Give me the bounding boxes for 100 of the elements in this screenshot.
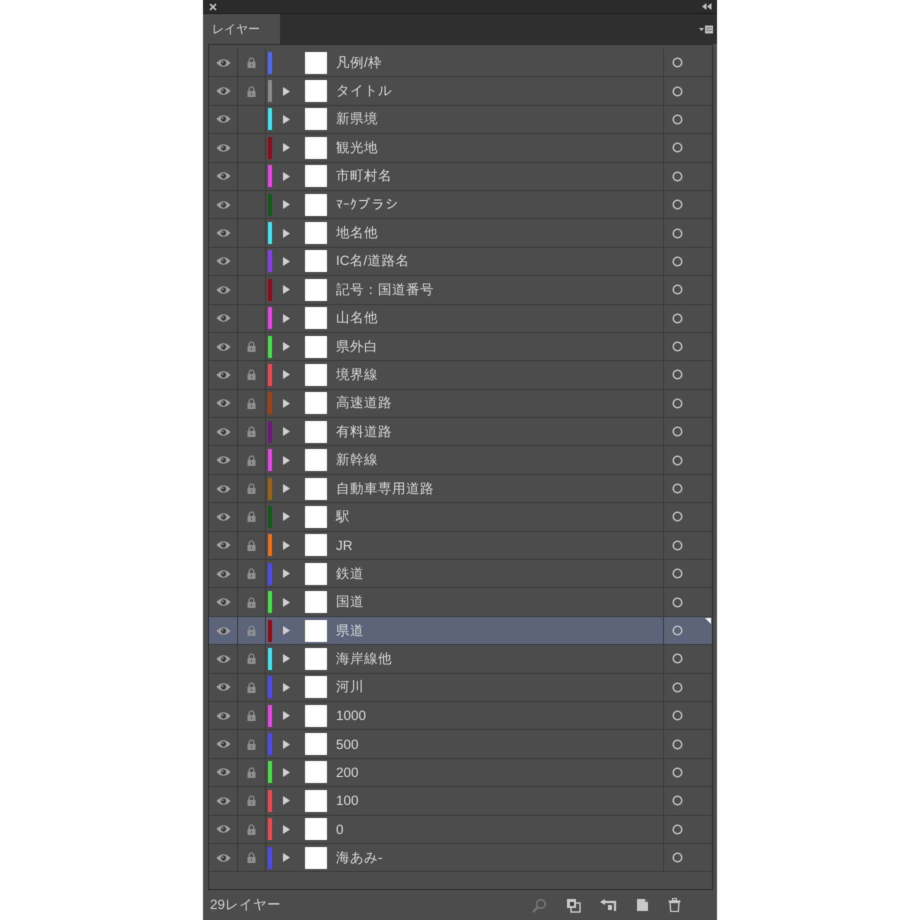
expand-triangle-icon[interactable] — [282, 598, 290, 607]
target-ring-icon[interactable] — [672, 682, 682, 693]
target-ring-icon[interactable] — [672, 142, 682, 154]
expand-triangle-icon[interactable] — [282, 484, 290, 494]
target-ring-icon[interactable] — [672, 86, 682, 97]
expand-triangle-icon[interactable] — [282, 540, 290, 550]
expand-triangle-icon[interactable] — [282, 285, 290, 294]
eye-icon — [216, 256, 230, 266]
expand-triangle-icon[interactable] — [282, 370, 290, 380]
target-ring-icon[interactable] — [672, 653, 682, 664]
layer-row[interactable]: 1000 — [209, 702, 712, 730]
layer-row[interactable]: 有料道路 — [209, 418, 712, 446]
bent-arrow-icon[interactable] — [600, 898, 617, 912]
layer-row[interactable]: 0 — [209, 816, 712, 844]
target-ring-icon[interactable] — [672, 852, 682, 864]
layer-row[interactable]: 観光地 — [209, 134, 712, 163]
layer-row[interactable]: 海あみ- — [209, 844, 712, 872]
expand-triangle-icon[interactable] — [282, 256, 290, 266]
target-ring-icon[interactable] — [672, 114, 682, 125]
target-ring-icon[interactable] — [672, 284, 682, 296]
close-icon[interactable] — [209, 2, 217, 10]
layer-row[interactable]: ﾏｰｸブラシ — [209, 190, 712, 220]
layer-row[interactable]: 高速道路 — [209, 390, 712, 418]
expand-triangle-icon[interactable] — [282, 682, 290, 692]
expand-triangle-icon[interactable] — [282, 200, 290, 210]
target-ring-icon[interactable] — [672, 710, 682, 722]
layer-name: 新県境 — [336, 110, 379, 128]
layer-row[interactable]: 新幹線 — [209, 446, 712, 475]
layer-name: ﾏｰｸブラシ — [336, 197, 400, 212]
expand-triangle-icon[interactable] — [282, 86, 290, 96]
layer-row[interactable]: 市町村名 — [209, 162, 712, 191]
expand-triangle-icon[interactable] — [282, 143, 290, 152]
target-ring-icon[interactable] — [672, 824, 682, 835]
layer-row[interactable]: 国道 — [209, 588, 712, 617]
target-ring-icon[interactable] — [672, 454, 682, 466]
layer-row[interactable]: タイトル — [209, 77, 712, 106]
layer-row[interactable]: 新県境 — [209, 106, 712, 134]
layer-thumbnail — [305, 364, 327, 386]
target-ring-icon[interactable] — [672, 568, 682, 580]
expand-triangle-icon[interactable] — [282, 796, 290, 806]
panel-menu-icon[interactable] — [699, 24, 713, 34]
trash-icon[interactable] — [668, 898, 681, 912]
target-ring-icon[interactable] — [672, 369, 682, 380]
layer-row[interactable]: 河川 — [209, 674, 712, 702]
target-ring-icon[interactable] — [672, 795, 682, 806]
layer-row[interactable]: 境界線 — [209, 361, 712, 390]
layer-row[interactable]: 凡例/枠 — [209, 49, 712, 78]
layer-row[interactable]: 駅 — [209, 503, 712, 532]
layer-row[interactable]: 県道 — [209, 616, 712, 646]
expand-triangle-icon[interactable] — [282, 172, 290, 181]
layer-row[interactable]: 鉄道 — [209, 560, 712, 588]
layer-row[interactable]: 200 — [209, 758, 712, 788]
expand-triangle-icon[interactable] — [282, 853, 290, 862]
target-ring-icon[interactable] — [672, 766, 682, 778]
expand-triangle-icon[interactable] — [282, 626, 290, 635]
target-ring-icon[interactable] — [672, 540, 682, 551]
layer-row[interactable]: 県外白 — [209, 332, 712, 362]
target-ring-icon[interactable] — [672, 398, 682, 409]
expand-triangle-icon[interactable] — [282, 768, 290, 777]
layer-row[interactable]: 500 — [209, 730, 712, 759]
expand-triangle-icon[interactable] — [282, 114, 290, 124]
expand-triangle-icon[interactable] — [282, 654, 290, 664]
target-ring-icon[interactable] — [672, 426, 682, 438]
expand-triangle-icon[interactable] — [282, 342, 290, 352]
expand-triangle-icon[interactable] — [282, 740, 290, 749]
layer-row[interactable]: 海岸線他 — [209, 645, 712, 674]
layer-row[interactable]: IC名/道路名 — [209, 248, 712, 276]
expand-triangle-icon[interactable] — [282, 228, 290, 238]
expand-triangle-icon[interactable] — [282, 398, 290, 408]
target-ring-icon[interactable] — [672, 57, 682, 68]
layer-row[interactable]: 山名他 — [209, 304, 712, 333]
target-ring-icon[interactable] — [672, 511, 682, 522]
expand-triangle-icon[interactable] — [282, 456, 290, 465]
layers-tab[interactable]: レイヤー — [203, 14, 280, 44]
expand-triangle-icon[interactable] — [282, 427, 290, 436]
layer-row[interactable]: JR — [209, 532, 712, 560]
target-ring-icon[interactable] — [672, 596, 682, 608]
layer-row[interactable]: 地名他 — [209, 219, 712, 248]
expand-triangle-icon[interactable] — [282, 711, 290, 720]
layer-row[interactable]: 記号：国道番号 — [209, 276, 712, 305]
target-ring-icon[interactable] — [672, 625, 682, 636]
expand-triangle-icon[interactable] — [282, 569, 290, 578]
overlapping-squares-icon[interactable] — [566, 898, 581, 912]
layer-row[interactable]: 自動車専用道路 — [209, 474, 712, 504]
collapse-icon[interactable] — [702, 3, 712, 10]
target-ring-icon[interactable] — [672, 256, 682, 267]
page-icon[interactable] — [636, 898, 649, 912]
lock-icon — [247, 57, 256, 68]
target-ring-icon[interactable] — [672, 738, 682, 750]
target-ring-icon[interactable] — [672, 341, 682, 352]
target-ring-icon[interactable] — [672, 170, 682, 182]
layer-row[interactable]: 100 — [209, 787, 712, 816]
expand-triangle-icon[interactable] — [282, 824, 290, 834]
target-ring-icon[interactable] — [672, 483, 682, 494]
expand-triangle-icon[interactable] — [282, 314, 290, 323]
expand-triangle-icon[interactable] — [282, 512, 290, 522]
target-ring-icon[interactable] — [672, 228, 682, 239]
eye-icon — [216, 484, 230, 494]
target-ring-icon[interactable] — [672, 199, 682, 210]
target-ring-icon[interactable] — [672, 312, 682, 324]
